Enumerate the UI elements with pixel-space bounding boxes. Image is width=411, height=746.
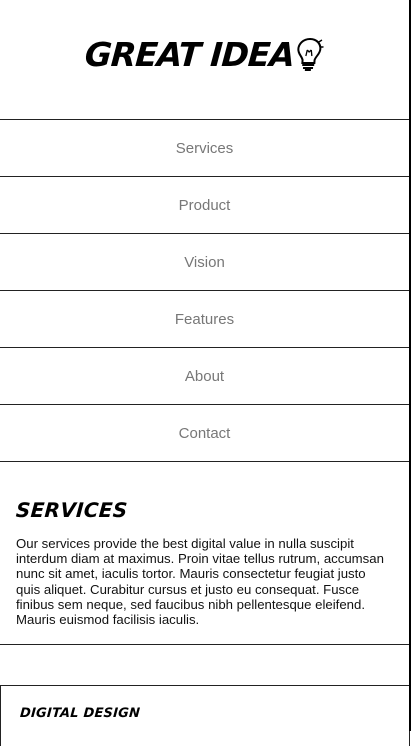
logo-text: GREAT IDEA: [83, 34, 296, 73]
nav-item-features[interactable]: Features: [0, 290, 409, 347]
services-description: Our services provide the best digital va…: [16, 536, 384, 628]
main-nav: Services Product Vision Features About C…: [0, 119, 409, 462]
nav-item-label: Vision: [184, 253, 225, 271]
page: GREAT IDEA Services Product Vision Featu…: [0, 0, 411, 746]
nav-item-services[interactable]: Services: [0, 119, 409, 176]
nav-item-label: Contact: [178, 424, 231, 442]
digital-design-card: DIGITAL DESIGN: [0, 685, 410, 746]
nav-item-vision[interactable]: Vision: [0, 233, 409, 290]
services-title: SERVICES: [15, 498, 129, 522]
card-title: DIGITAL DESIGN: [19, 706, 141, 721]
lightbulb-icon: [297, 37, 324, 71]
services-section: SERVICES Our services provide the best d…: [15, 497, 391, 628]
site-header: GREAT IDEA: [0, 0, 409, 119]
nav-item-contact[interactable]: Contact: [0, 404, 409, 462]
nav-item-label: Services: [175, 139, 234, 157]
logo[interactable]: GREAT IDEA: [83, 34, 326, 73]
nav-item-about[interactable]: About: [0, 347, 409, 404]
nav-item-label: Features: [174, 310, 235, 328]
section-divider: [0, 644, 409, 645]
nav-item-product[interactable]: Product: [0, 176, 409, 233]
nav-item-label: Product: [178, 196, 231, 214]
nav-item-label: About: [184, 367, 225, 385]
